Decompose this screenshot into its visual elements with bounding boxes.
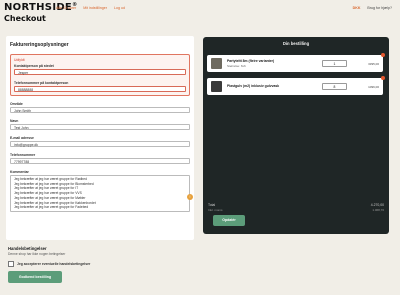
order-item-price: 3395,00	[368, 62, 379, 66]
quantity-input[interactable]: 8	[322, 83, 347, 90]
remove-item-icon[interactable]	[381, 76, 385, 80]
help-link[interactable]: Brug for hjælp?	[367, 6, 392, 10]
product-thumbnail	[211, 58, 222, 69]
terms-checkbox[interactable]	[8, 261, 14, 267]
product-thumbnail	[211, 81, 222, 92]
submit-order-button[interactable]: Godkend bestilling	[8, 271, 62, 283]
order-totals: Total 4.270,00 Inkl. moms 1.068,76	[208, 203, 384, 212]
total-label: Total	[208, 203, 216, 207]
name-label: Navn	[10, 119, 19, 123]
currency-selector[interactable]: DKK	[353, 6, 361, 10]
terms-accept-label: Jeg accepterer eventuelle handelsbetinge…	[17, 262, 91, 266]
terms-accept-row[interactable]: Jeg accepterer eventuelle handelsbetinge…	[8, 261, 196, 267]
order-item-name: Partyteltt 8m (fleire varianter)	[227, 59, 275, 63]
header-right: DKK Brug for hjælp?	[353, 6, 392, 10]
nav-link-settings[interactable]: Mit indstillinger	[83, 6, 107, 10]
comment-label: Kommentar	[10, 170, 29, 174]
company-label: Område	[10, 102, 23, 106]
remove-item-icon[interactable]	[381, 53, 385, 57]
contact-error-box: Udfyldt Kontaktperson på stedet Jesper T…	[10, 54, 190, 96]
order-title: Din bestilling	[282, 41, 310, 46]
top-bar: NORTHSIDE® Alle 13 varer Mit indstilling…	[0, 0, 400, 16]
main-nav: Alle 13 varer Mit indstillinger Log ud	[56, 6, 131, 10]
error-message: Udfyldt	[14, 58, 25, 62]
page-title: Checkout	[4, 14, 46, 23]
billing-card: Faktureringsoplysninger Udfyldt Kontaktp…	[6, 36, 194, 240]
contact-phone-label: Telefonnummer på kontaktperson	[14, 81, 69, 85]
comment-textarea[interactable]: Jeg bekræfter at jeg har været gruppe fo…	[10, 175, 190, 212]
update-order-button[interactable]: Opdatér	[213, 215, 245, 226]
terms-title: Handelsbetingelser	[8, 246, 47, 251]
terms-subtitle: Denne shop har ikke nogen betingelser	[8, 252, 66, 256]
billing-title: Faktureringsoplysninger	[10, 42, 69, 48]
contact-person-label: Kontaktperson på stedet	[14, 64, 54, 68]
nav-link-all-items[interactable]: Alle 13 varer	[56, 6, 76, 10]
order-item-variant: Størrelse: 6x6	[227, 64, 246, 68]
email-label: E-mail adresse	[10, 136, 34, 140]
quantity-input[interactable]: 1	[322, 60, 347, 67]
comment-warning-icon: !	[187, 194, 193, 200]
vat-value: 1.068,76	[372, 208, 384, 212]
comment-line: Jeg bekræfter at jeg har været gruppe fo…	[14, 205, 89, 210]
order-item: Plastgulv (m2) inklusiv gulvvask 8 1096,…	[207, 76, 385, 95]
phone-label: Telefonnummer	[10, 153, 36, 157]
order-item-price: 1096,00	[368, 85, 379, 89]
vat-label: Inkl. moms	[208, 208, 223, 212]
contact-phone-input[interactable]: 88888888	[14, 86, 186, 92]
order-item-name: Plastgulv (m2) inklusiv gulvvask	[227, 84, 280, 88]
order-item: Partyteltt 8m (fleire varianter) Størrel…	[207, 53, 385, 72]
nav-link-logout[interactable]: Log ud	[114, 6, 125, 10]
terms-section: Handelsbetingelser Denne shop har ikke n…	[8, 246, 196, 267]
order-summary-panel: Din bestilling Partyteltt 8m (fleire var…	[203, 37, 389, 234]
total-value: 4.270,00	[370, 203, 384, 207]
